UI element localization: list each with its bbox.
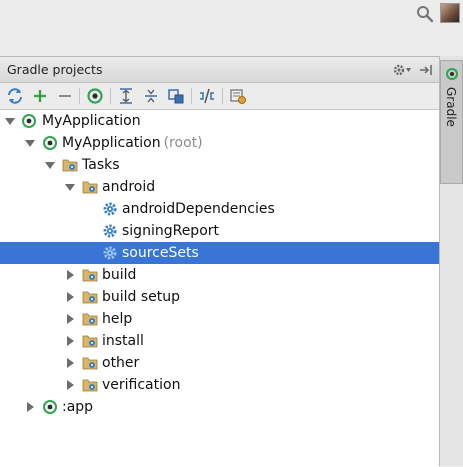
task-folder-icon [62,159,78,172]
task-folder-icon [82,335,98,348]
chevron-down-icon[interactable] [4,115,16,127]
gradle-module-icon [43,136,57,150]
gradle-tree: MyApplication MyApplication (root) Tasks … [0,110,439,467]
collapse-all-icon[interactable] [142,87,160,105]
hide-panel-icon[interactable] [418,62,434,78]
gradle-module-icon [43,400,57,414]
gradle-tool-tab[interactable]: Gradle [440,60,463,184]
chevron-right-icon[interactable] [64,291,76,303]
chevron-right-icon[interactable] [64,357,76,369]
tree-node-label: sourceSets [122,245,199,261]
panel-title: Gradle projects [7,62,103,77]
gradle-settings-icon[interactable] [229,87,247,105]
tree-node-label: install [102,333,144,349]
task-folder-icon [82,357,98,370]
tree-node-task-group[interactable]: build setup [0,286,439,308]
task-folder-icon [82,269,98,282]
tree-node-label: build setup [102,289,181,305]
toolbar-separator [110,88,111,104]
link-project-icon[interactable] [167,87,185,105]
toolbar-separator [222,88,223,104]
tree-node-label: android [102,179,156,195]
tree-node-task[interactable]: signingReport [0,220,439,242]
panel-toolbar [0,83,439,110]
gradle-project-icon [22,114,36,128]
tree-node-task-group[interactable]: other [0,352,439,374]
tree-node-task-group[interactable]: install [0,330,439,352]
tree-node-label: signingReport [122,223,220,239]
search-icon[interactable] [416,5,434,23]
chevron-right-icon[interactable] [64,313,76,325]
task-folder-icon [82,379,98,392]
gear-icon [103,202,117,216]
task-folder-icon [82,291,98,304]
chevron-right-icon[interactable] [64,379,76,391]
tree-node-task[interactable]: androidDependencies [0,198,439,220]
chevron-down-icon[interactable] [24,137,36,149]
module-root-suffix: (root) [163,135,203,151]
toolbar-separator [191,88,192,104]
tree-node-module-app[interactable]: :app [0,396,439,418]
add-icon[interactable] [31,87,49,105]
chevron-right-icon[interactable] [64,269,76,281]
task-folder-icon [82,313,98,326]
tree-node-label: :app [62,399,94,415]
gradle-execute-icon[interactable] [86,87,104,105]
panel-header: Gradle projects [0,57,439,83]
tree-node-label: androidDependencies [122,201,275,217]
tree-node-task-group[interactable]: build [0,264,439,286]
gear-icon [103,246,117,260]
tree-node-label: MyApplication (root) [62,135,203,151]
tree-node-module[interactable]: MyApplication (root) [0,132,439,154]
right-tool-strip: Gradle [440,56,463,466]
module-name: MyApplication [62,135,161,151]
tree-node-task-group[interactable]: verification [0,374,439,396]
chevron-right-icon[interactable] [64,335,76,347]
task-folder-icon [82,181,98,194]
chevron-down-icon[interactable] [64,181,76,193]
tree-node-label: verification [102,377,181,393]
tree-node-project[interactable]: MyApplication [0,110,439,132]
tree-node-label: MyApplication [42,113,141,129]
tree-node-label: Tasks [82,157,120,173]
gradle-tab-label: Gradle [444,87,458,127]
remove-icon[interactable] [56,87,74,105]
chevron-down-icon[interactable] [44,159,56,171]
user-avatar[interactable] [440,3,460,23]
tree-node-task-selected[interactable]: sourceSets [0,242,439,264]
gradle-panel: Gradle projects MyApplication MyApplicat… [0,56,440,467]
tree-node-task-group[interactable]: help [0,308,439,330]
expand-all-icon[interactable] [117,87,135,105]
gear-icon [103,224,117,238]
chevron-right-icon[interactable] [24,401,36,413]
tree-node-label: build [102,267,137,283]
tree-node-label: help [102,311,133,327]
panel-settings-icon[interactable] [392,62,412,78]
tree-node-tasks[interactable]: Tasks [0,154,439,176]
refresh-icon[interactable] [6,87,24,105]
top-bar [0,0,463,56]
gradle-icon [446,68,458,80]
toggle-offline-icon[interactable] [198,87,216,105]
tree-node-task-group-android[interactable]: android [0,176,439,198]
tree-node-label: other [102,355,140,371]
toolbar-separator [79,88,80,104]
